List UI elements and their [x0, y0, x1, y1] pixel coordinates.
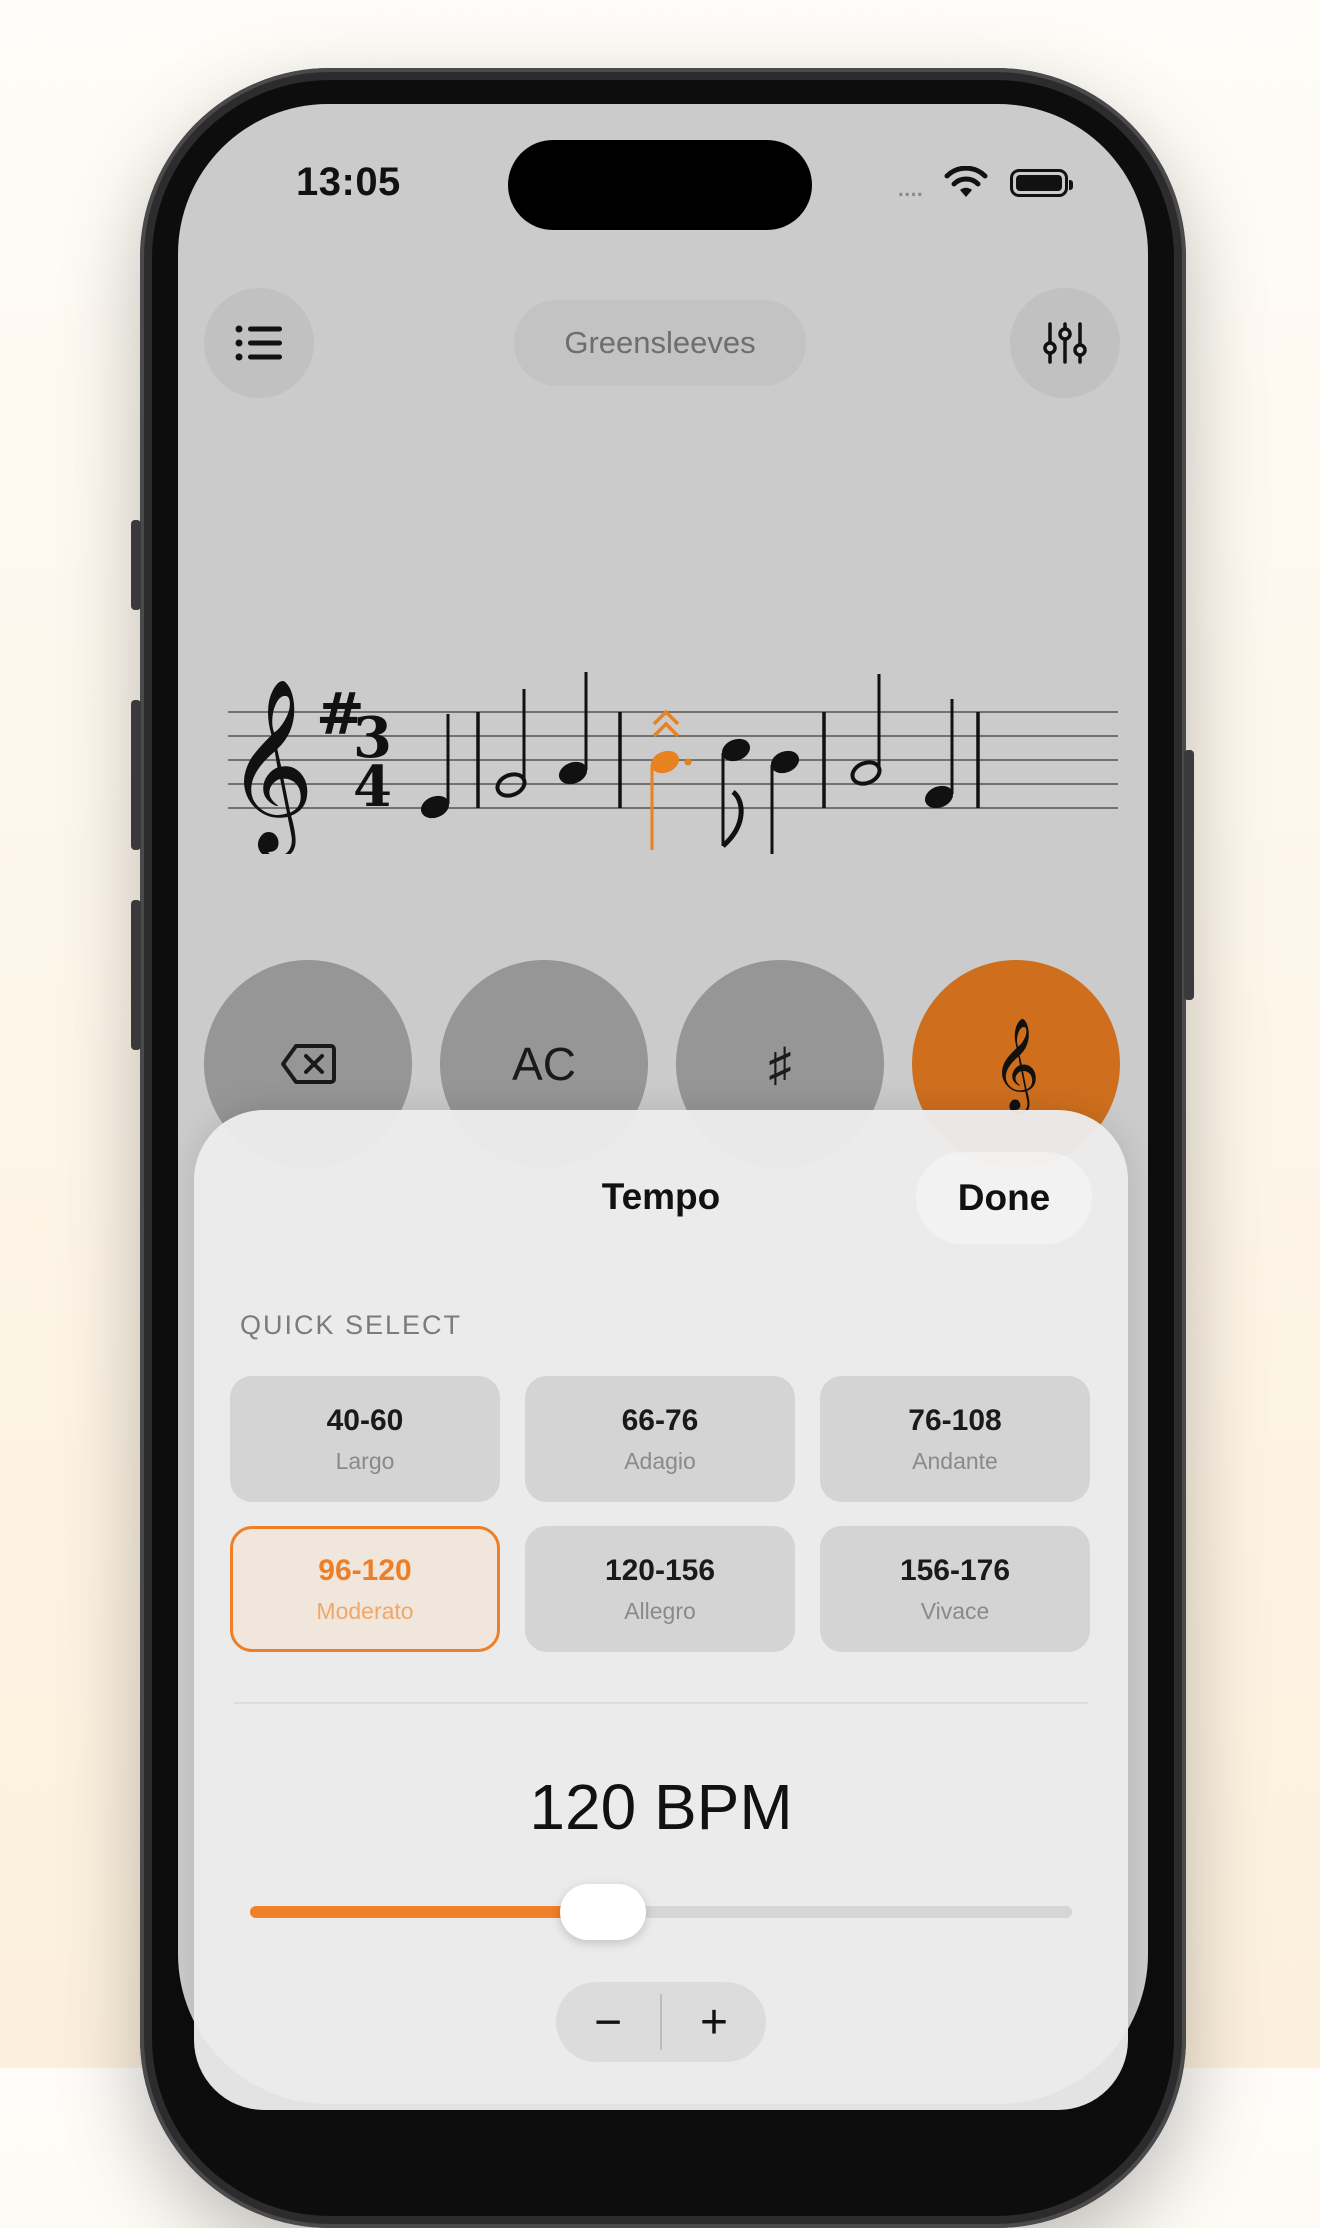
preset-name: Allegro — [624, 1597, 696, 1624]
note-half-1 — [495, 689, 527, 798]
wifi-icon — [944, 166, 988, 197]
preset-range: 96-120 — [318, 1553, 412, 1587]
preset-allegro[interactable]: 120-156 Allegro — [525, 1526, 795, 1652]
sheet-divider — [234, 1702, 1088, 1704]
tempo-sheet: Tempo Done QUICK SELECT 40-60 Largo 66-7… — [194, 1110, 1128, 2110]
note-half-2 — [850, 674, 882, 786]
note-quarter-4 — [924, 699, 954, 809]
tempo-slider-fill — [250, 1906, 604, 1918]
note-quarter-2 — [558, 672, 588, 785]
preset-name: Andante — [912, 1447, 998, 1474]
preset-vivace[interactable]: 156-176 Vivace — [820, 1526, 1090, 1652]
music-staff[interactable]: 𝄞 # 3 4 — [228, 554, 1118, 854]
mixer-button[interactable] — [1010, 288, 1120, 398]
preset-name: Largo — [335, 1447, 395, 1474]
score-title-button[interactable]: Greensleeves — [514, 300, 806, 386]
signal-icon: .... — [896, 170, 924, 203]
preset-andante[interactable]: 76-108 Andante — [820, 1376, 1090, 1502]
sliders-icon — [1043, 322, 1087, 364]
treble-clef-icon: 𝄞 — [992, 1017, 1040, 1110]
done-button[interactable]: Done — [916, 1152, 1092, 1244]
tempo-slider[interactable] — [250, 1884, 1072, 1940]
volume-down-button — [131, 900, 141, 1050]
preset-name: Vivace — [920, 1597, 990, 1624]
note-quarter-3 — [770, 750, 800, 854]
bpm-readout: 120 BPM — [529, 1771, 793, 1843]
preset-range: 156-176 — [899, 1553, 1011, 1587]
preset-adagio[interactable]: 66-76 Adagio — [525, 1376, 795, 1502]
menu-button[interactable] — [204, 288, 314, 398]
time-signature-bottom: 4 — [353, 754, 392, 820]
preset-largo[interactable]: 40-60 Largo — [230, 1376, 500, 1502]
note-eighth — [721, 738, 751, 848]
preset-name: Moderato — [316, 1597, 414, 1624]
status-time: 13:05 — [296, 160, 401, 204]
quick-select-label: QUICK SELECT — [240, 1310, 463, 1340]
delete-backspace-icon — [281, 1044, 336, 1084]
preset-range: 40-60 — [326, 1403, 404, 1437]
power-button — [1184, 750, 1194, 1000]
action-button — [131, 520, 141, 610]
list-icon — [235, 325, 282, 361]
tempo-stepper: − + — [556, 1982, 766, 2062]
treble-clef-symbol: 𝄞 — [228, 678, 315, 854]
selected-note-dotted-quarter — [650, 709, 692, 850]
note-quarter-1 — [420, 714, 450, 819]
preset-moderato[interactable]: 96-120 Moderato — [230, 1526, 500, 1652]
volume-up-button — [131, 700, 141, 850]
dynamic-island — [508, 140, 812, 230]
preset-range: 66-76 — [621, 1403, 699, 1437]
preset-range: 76-108 — [908, 1403, 1002, 1437]
battery-icon — [1010, 169, 1073, 197]
decrement-button[interactable]: − — [556, 1995, 660, 2050]
tempo-slider-thumb[interactable] — [560, 1884, 647, 1940]
status-icons: .... — [896, 164, 1073, 203]
preset-name: Adagio — [624, 1447, 696, 1474]
increment-button[interactable]: + — [662, 1995, 766, 2050]
preset-range: 120-156 — [604, 1553, 716, 1587]
